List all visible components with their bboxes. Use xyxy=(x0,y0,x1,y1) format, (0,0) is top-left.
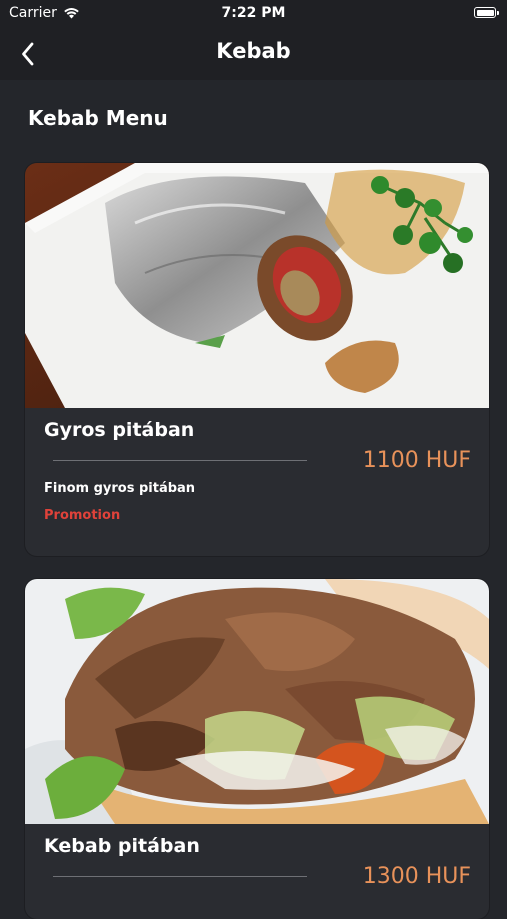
status-bar: Carrier 7:22 PM xyxy=(0,0,507,28)
item-price: 1300 HUF xyxy=(362,864,471,889)
item-divider xyxy=(53,876,307,877)
promotion-badge: Promotion xyxy=(44,508,121,523)
status-time: 7:22 PM xyxy=(221,5,286,21)
navigation-bar: Kebab xyxy=(0,28,507,80)
gyros-wrap-photo xyxy=(25,163,489,408)
item-description: Finom gyros pitában xyxy=(44,481,196,496)
menu-content[interactable]: Kebab Menu Gyros pitában 1100 HUF Finom … xyxy=(0,80,507,919)
menu-item-card[interactable]: Kebab pitában 1300 HUF xyxy=(25,579,489,919)
kebab-pita-photo xyxy=(25,579,489,824)
page-title: Kebab xyxy=(216,39,291,63)
item-name: Kebab pitában xyxy=(44,835,200,857)
item-divider xyxy=(53,460,307,461)
item-price: 1100 HUF xyxy=(362,448,471,473)
battery-icon xyxy=(474,7,499,18)
item-name: Gyros pitában xyxy=(44,419,195,441)
menu-item-card[interactable]: Gyros pitában 1100 HUF Finom gyros pitáb… xyxy=(25,163,489,556)
section-title: Kebab Menu xyxy=(28,106,168,130)
